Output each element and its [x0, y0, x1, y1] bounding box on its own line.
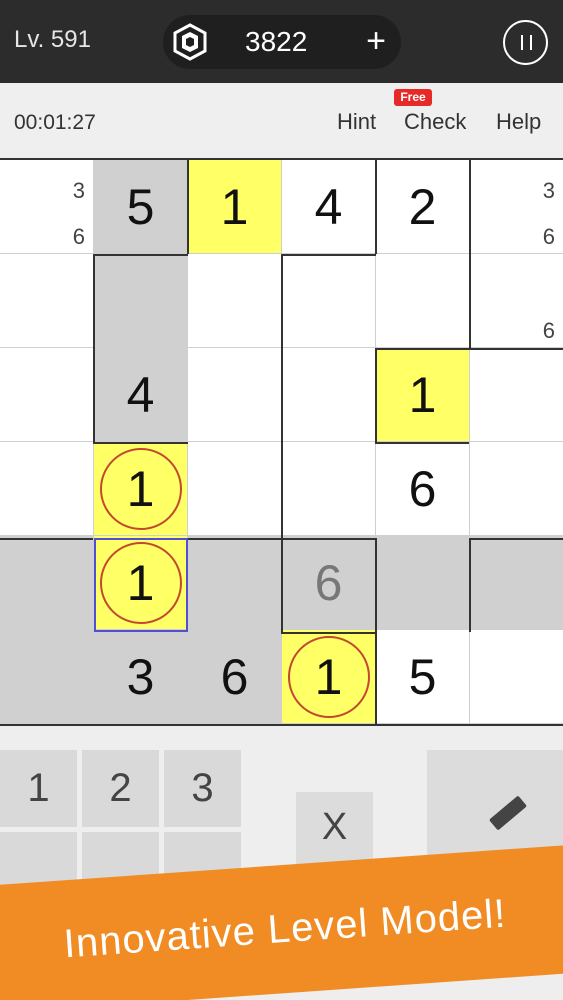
board-cell[interactable]: 3 6 [0, 160, 94, 254]
board-cell[interactable]: 2 [376, 160, 470, 254]
help-button[interactable]: Help [496, 109, 541, 135]
cell-value: 5 [126, 179, 155, 235]
region-border [375, 348, 377, 444]
board-cell[interactable]: 3 [94, 630, 188, 724]
region-border [376, 348, 469, 350]
region-border [188, 538, 375, 540]
top-bar: Lv. 591 3822 + [0, 0, 563, 83]
cell-notes: 3 6 [542, 178, 555, 249]
pencil-icon [488, 795, 528, 831]
cell-value: 4 [314, 179, 343, 235]
region-border [375, 160, 377, 254]
toolbar: 00:01:27 Hint Check Help [0, 83, 563, 159]
region-border [469, 538, 563, 540]
cell-value: 5 [408, 649, 437, 705]
region-border [93, 254, 95, 443]
hint-button[interactable]: Hint [337, 109, 376, 135]
board-cell[interactable] [188, 442, 282, 536]
board-cell[interactable]: 3 6 [470, 160, 563, 254]
board-cell[interactable] [376, 536, 470, 630]
region-border [469, 160, 471, 348]
region-border [187, 160, 189, 254]
board-cell[interactable] [0, 630, 94, 724]
board-cell[interactable]: 1 [94, 442, 188, 536]
region-border [0, 538, 93, 540]
puzzle-board: 3 651423 664116163615 [0, 158, 563, 726]
board-cell[interactable]: 1 [282, 630, 376, 724]
board-cell[interactable]: 4 [282, 160, 376, 254]
cell-value: 1 [220, 179, 249, 235]
board-cell[interactable] [0, 348, 94, 442]
region-border [375, 538, 377, 726]
board-cell[interactable] [94, 254, 188, 348]
board-cell[interactable] [470, 630, 563, 724]
board-cell[interactable] [470, 442, 563, 536]
board-cell[interactable]: 1 [376, 348, 470, 442]
cell-value: 3 [126, 649, 155, 705]
cell-value: 1 [408, 367, 437, 423]
pause-icon-bar-right [530, 35, 532, 50]
cell-notes: 3 6 [72, 178, 85, 249]
board-cell[interactable] [0, 254, 94, 348]
board-cell[interactable] [0, 442, 94, 536]
board-cell[interactable]: 6 [470, 254, 563, 348]
circle-mark-icon [100, 448, 182, 530]
cell-value: 6 [220, 649, 249, 705]
pause-button[interactable] [503, 20, 548, 65]
board-cell[interactable] [282, 254, 376, 348]
hexagon-coin-icon [173, 23, 207, 61]
board-cell[interactable] [188, 348, 282, 442]
free-badge: Free [394, 89, 432, 106]
board-cell[interactable] [282, 442, 376, 536]
cell-value: 6 [408, 461, 437, 517]
cell-value: 2 [408, 179, 437, 235]
board-cell[interactable]: 5 [376, 630, 470, 724]
key-2[interactable]: 2 [82, 750, 159, 827]
board-cell[interactable] [188, 254, 282, 348]
region-border [93, 442, 188, 444]
board-cell[interactable] [470, 536, 563, 630]
check-button[interactable]: Check [404, 109, 466, 135]
board-cell[interactable]: 6 [376, 442, 470, 536]
board-cell[interactable]: 1 [188, 160, 282, 254]
key-1[interactable]: 1 [0, 750, 77, 827]
board-cell[interactable] [282, 348, 376, 442]
board-cell[interactable] [376, 254, 470, 348]
board-cell[interactable] [188, 536, 282, 630]
region-border [281, 254, 283, 632]
selected-cell-outline [94, 538, 188, 632]
region-border [376, 442, 469, 444]
region-border [281, 632, 375, 634]
key-3[interactable]: 3 [164, 750, 241, 827]
coin-balance: 3822 + [163, 15, 401, 69]
board-cell[interactable] [470, 348, 563, 442]
coin-count: 3822 [245, 26, 308, 57]
region-border [282, 254, 376, 256]
level-label: Lv. 591 [14, 26, 91, 53]
timer: 00:01:27 [14, 111, 96, 134]
cell-value: 6 [314, 555, 343, 611]
board-cell[interactable]: 4 [94, 348, 188, 442]
cell-value: 4 [126, 367, 155, 423]
region-border [93, 254, 188, 256]
pause-icon-bar-left [521, 35, 523, 50]
circle-mark-icon [288, 636, 370, 718]
region-border [469, 538, 471, 632]
board-cell[interactable] [0, 536, 94, 630]
board-cell[interactable]: 6 [188, 630, 282, 724]
board-cell[interactable]: 5 [94, 160, 188, 254]
add-coins-button[interactable]: + [359, 19, 393, 65]
board-cell[interactable]: 6 [282, 536, 376, 630]
region-border [469, 348, 563, 350]
